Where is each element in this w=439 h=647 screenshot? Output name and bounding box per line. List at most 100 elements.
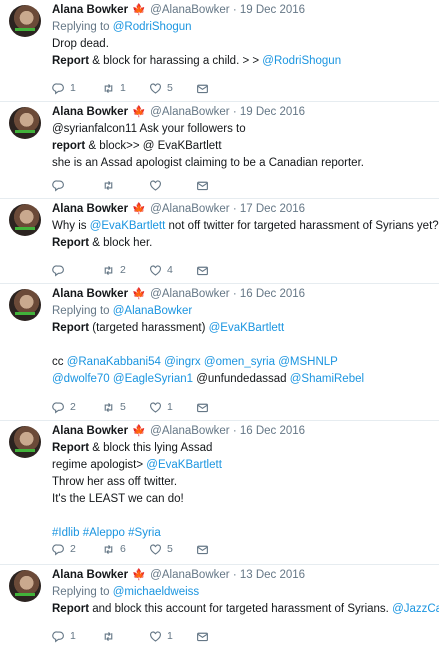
tweet-date[interactable]: 17 Dec 2016 bbox=[240, 203, 305, 215]
retweet-icon bbox=[104, 83, 113, 93]
avatar[interactable] bbox=[9, 107, 41, 139]
mention-link[interactable]: @ingrx bbox=[164, 356, 201, 368]
direct-message-button[interactable] bbox=[196, 399, 209, 415]
hashtag-link[interactable]: #Idlib bbox=[52, 527, 80, 539]
like-count: 5 bbox=[167, 82, 173, 94]
avatar[interactable] bbox=[9, 204, 41, 236]
mention-link[interactable]: @EagleSyrian1 bbox=[113, 373, 193, 385]
retweet-button[interactable]: 5 bbox=[102, 399, 126, 415]
like-button[interactable] bbox=[149, 177, 162, 193]
author-handle[interactable]: @AlanaBowker bbox=[150, 288, 229, 300]
retweet-button[interactable]: 6 bbox=[102, 541, 126, 557]
reply-button[interactable]: 1 bbox=[52, 628, 76, 644]
tweet[interactable]: Alana Bowker 🍁 @AlanaBowker · 16 Dec 201… bbox=[0, 284, 439, 421]
retweet-button[interactable] bbox=[102, 628, 115, 644]
tweet-date[interactable]: 13 Dec 2016 bbox=[240, 569, 305, 581]
direct-message-button[interactable] bbox=[196, 628, 209, 644]
tweet-text-line: Report & block for harassing a child. > … bbox=[52, 55, 342, 67]
author-name[interactable]: Alana Bowker bbox=[52, 4, 128, 16]
author-name[interactable]: Alana Bowker bbox=[52, 106, 128, 118]
author-handle[interactable]: @AlanaBowker bbox=[150, 569, 229, 581]
replying-to: Replying to @RodriShogun bbox=[52, 21, 192, 33]
reply-mention-link[interactable]: @AlanaBowker bbox=[113, 305, 192, 317]
author-name[interactable]: Alana Bowker bbox=[52, 288, 128, 300]
like-button[interactable]: 5 bbox=[149, 80, 173, 96]
direct-message-button[interactable] bbox=[196, 80, 209, 96]
tweet-date[interactable]: 19 Dec 2016 bbox=[240, 4, 305, 16]
reply-count: 1 bbox=[70, 82, 76, 94]
envelope-icon bbox=[197, 632, 208, 641]
tweet[interactable]: Alana Bowker 🍁 @AlanaBowker · 16 Dec 201… bbox=[0, 421, 439, 565]
hashtag-link[interactable]: #Aleppo bbox=[83, 527, 125, 539]
tweet-date[interactable]: 16 Dec 2016 bbox=[240, 425, 305, 437]
reply-mention-link[interactable]: @michaeldweiss bbox=[113, 586, 199, 598]
reply-icon bbox=[52, 630, 64, 642]
maple-leaf-icon: 🍁 bbox=[132, 4, 146, 16]
mention-link[interactable]: @EvaKBartlett bbox=[209, 322, 285, 334]
reply-button[interactable] bbox=[52, 262, 65, 278]
tweet[interactable]: Alana Bowker 🍁 @AlanaBowker · 13 Dec 201… bbox=[0, 565, 439, 647]
author-name[interactable]: Alana Bowker bbox=[52, 425, 128, 437]
replying-to: Replying to @AlanaBowker bbox=[52, 305, 193, 317]
direct-message-button[interactable] bbox=[196, 262, 209, 278]
reply-icon bbox=[52, 401, 64, 413]
retweet-button[interactable]: 2 bbox=[102, 262, 126, 278]
tweet-date[interactable]: 16 Dec 2016 bbox=[240, 288, 305, 300]
tweet-text-line: It's the LEAST we can do! bbox=[52, 493, 184, 505]
direct-message-button[interactable] bbox=[196, 541, 209, 557]
author-handle[interactable]: @AlanaBowker bbox=[150, 203, 229, 215]
mention-link[interactable]: @EvaKBartlett bbox=[146, 459, 222, 471]
retweet-icon bbox=[104, 631, 113, 641]
mention-link[interactable]: @omen_syria bbox=[204, 356, 275, 368]
mention-link[interactable]: @RanaKabbani54 bbox=[67, 356, 161, 368]
retweet-button[interactable] bbox=[102, 177, 115, 193]
reply-mention-link[interactable]: @RodriShogun bbox=[113, 21, 192, 33]
author-handle[interactable]: @AlanaBowker bbox=[150, 106, 229, 118]
heart-icon bbox=[150, 543, 161, 555]
like-button[interactable]: 1 bbox=[149, 399, 173, 415]
like-count: 5 bbox=[167, 543, 173, 555]
retweet-button[interactable]: 1 bbox=[102, 80, 126, 96]
envelope-icon bbox=[197, 266, 208, 275]
direct-message-button[interactable] bbox=[196, 177, 209, 193]
tweet[interactable]: Alana Bowker 🍁 @AlanaBowker · 19 Dec 201… bbox=[0, 0, 439, 102]
author-handle[interactable]: @AlanaBowker bbox=[150, 425, 229, 437]
retweet-count: 2 bbox=[120, 264, 126, 276]
reply-count: 1 bbox=[70, 630, 76, 642]
reply-button[interactable]: 2 bbox=[52, 399, 76, 415]
reply-icon bbox=[52, 543, 64, 555]
maple-leaf-icon: 🍁 bbox=[132, 425, 146, 437]
tweet[interactable]: Alana Bowker 🍁 @AlanaBowker · 17 Dec 201… bbox=[0, 199, 439, 284]
tweet-text-line: cc @RanaKabbani54 @ingrx @omen_syria @MS… bbox=[52, 356, 338, 368]
author-handle[interactable]: @AlanaBowker bbox=[150, 4, 229, 16]
tweet-text-line: @dwolfe70 @EagleSyrian1 @unfundedassad @… bbox=[52, 373, 365, 385]
like-button[interactable]: 4 bbox=[149, 262, 173, 278]
mention-link[interactable]: @JazzCat44 bbox=[392, 603, 439, 615]
reply-button[interactable]: 2 bbox=[52, 541, 76, 557]
like-count: 4 bbox=[167, 264, 173, 276]
retweet-count: 5 bbox=[120, 401, 126, 413]
hashtag-link[interactable]: #Syria bbox=[128, 527, 161, 539]
mention-link[interactable]: @RodriShogun bbox=[262, 55, 341, 67]
tweet-text-line: she is an Assad apologist claiming to be… bbox=[52, 157, 364, 169]
author-name[interactable]: Alana Bowker bbox=[52, 203, 128, 215]
mention-link[interactable]: @ShamiRebel bbox=[290, 373, 364, 385]
separator-dot: · bbox=[232, 106, 237, 118]
maple-leaf-icon: 🍁 bbox=[132, 203, 146, 215]
avatar[interactable] bbox=[9, 5, 41, 37]
retweet-icon bbox=[104, 265, 113, 275]
reply-button[interactable] bbox=[52, 177, 65, 193]
author-name[interactable]: Alana Bowker bbox=[52, 569, 128, 581]
tweet-text-line: Report and block this account for target… bbox=[52, 601, 439, 618]
mention-link[interactable]: @EvaKBartlett bbox=[90, 220, 166, 232]
avatar[interactable] bbox=[9, 426, 41, 458]
mention-link[interactable]: @MSHNLP bbox=[278, 356, 338, 368]
avatar[interactable] bbox=[9, 570, 41, 602]
mention-link[interactable]: @dwolfe70 bbox=[52, 373, 110, 385]
like-button[interactable]: 5 bbox=[149, 541, 173, 557]
reply-button[interactable]: 1 bbox=[52, 80, 76, 96]
avatar[interactable] bbox=[9, 289, 41, 321]
tweet[interactable]: Alana Bowker 🍁 @AlanaBowker · 19 Dec 201… bbox=[0, 102, 439, 199]
tweet-date[interactable]: 19 Dec 2016 bbox=[240, 106, 305, 118]
like-button[interactable]: 1 bbox=[149, 628, 173, 644]
